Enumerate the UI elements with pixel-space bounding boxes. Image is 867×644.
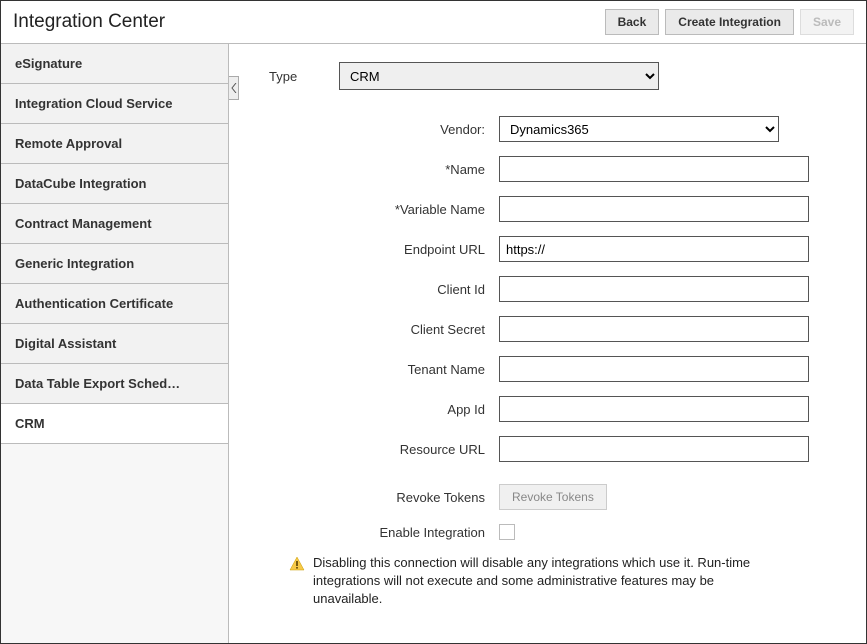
sidebar-item-digital-assistant[interactable]: Digital Assistant (1, 324, 228, 364)
client-secret-label: Client Secret (319, 322, 499, 337)
revoke-tokens-label: Revoke Tokens (319, 490, 499, 505)
endpoint-url-row: Endpoint URL (319, 236, 836, 262)
tenant-name-label: Tenant Name (319, 362, 499, 377)
resource-url-row: Resource URL (319, 436, 836, 462)
type-label: Type (269, 69, 329, 84)
tenant-name-input[interactable] (499, 356, 809, 382)
resource-url-label: Resource URL (319, 442, 499, 457)
vendor-select[interactable]: Dynamics365 (499, 116, 779, 142)
name-input[interactable] (499, 156, 809, 182)
vendor-label: Vendor: (319, 122, 499, 137)
form-fields: Vendor: Dynamics365 *Name *Variable Name… (319, 116, 836, 540)
sidebar-item-generic-integration[interactable]: Generic Integration (1, 244, 228, 284)
warning-message: Disabling this connection will disable a… (289, 554, 769, 609)
page-title: Integration Center (13, 11, 165, 33)
type-select[interactable]: CRM (339, 62, 659, 90)
client-secret-input[interactable] (499, 316, 809, 342)
sidebar-item-datacube-integration[interactable]: DataCube Integration (1, 164, 228, 204)
resource-url-input[interactable] (499, 436, 809, 462)
sidebar-item-authentication-certificate[interactable]: Authentication Certificate (1, 284, 228, 324)
vendor-row: Vendor: Dynamics365 (319, 116, 836, 142)
app-id-label: App Id (319, 402, 499, 417)
app-id-row: App Id (319, 396, 836, 422)
name-row: *Name (319, 156, 836, 182)
create-integration-button[interactable]: Create Integration (665, 9, 794, 35)
revoke-tokens-button[interactable]: Revoke Tokens (499, 484, 607, 510)
type-row: Type CRM (269, 62, 836, 90)
endpoint-url-label: Endpoint URL (319, 242, 499, 257)
sidebar-collapse-handle[interactable] (229, 76, 239, 100)
app-id-input[interactable] (499, 396, 809, 422)
enable-integration-row: Enable Integration (319, 524, 836, 540)
name-label: *Name (319, 162, 499, 177)
variable-name-row: *Variable Name (319, 196, 836, 222)
body: eSignature Integration Cloud Service Rem… (1, 44, 866, 644)
chevron-left-icon (231, 81, 237, 96)
variable-name-label: *Variable Name (319, 202, 499, 217)
sidebar-item-esignature[interactable]: eSignature (1, 44, 228, 84)
client-id-label: Client Id (319, 282, 499, 297)
client-id-row: Client Id (319, 276, 836, 302)
save-button: Save (800, 9, 854, 35)
sidebar-item-remote-approval[interactable]: Remote Approval (1, 124, 228, 164)
warning-text: Disabling this connection will disable a… (313, 554, 769, 609)
client-secret-row: Client Secret (319, 316, 836, 342)
warning-icon (289, 556, 305, 575)
endpoint-url-input[interactable] (499, 236, 809, 262)
app-frame: Integration Center Back Create Integrati… (0, 0, 867, 644)
sidebar-item-contract-management[interactable]: Contract Management (1, 204, 228, 244)
main-content: Type CRM Vendor: Dynamics365 *Name (229, 44, 866, 644)
sidebar-item-integration-cloud-service[interactable]: Integration Cloud Service (1, 84, 228, 124)
tenant-name-row: Tenant Name (319, 356, 836, 382)
sidebar-item-crm[interactable]: CRM (1, 404, 228, 444)
revoke-tokens-row: Revoke Tokens Revoke Tokens (319, 484, 836, 510)
back-button[interactable]: Back (605, 9, 660, 35)
client-id-input[interactable] (499, 276, 809, 302)
enable-integration-label: Enable Integration (319, 525, 499, 540)
sidebar-item-data-table-export-sched[interactable]: Data Table Export Sched… (1, 364, 228, 404)
header-buttons: Back Create Integration Save (605, 9, 854, 35)
enable-integration-checkbox[interactable] (499, 524, 515, 540)
sidebar: eSignature Integration Cloud Service Rem… (1, 44, 229, 644)
header-bar: Integration Center Back Create Integrati… (1, 1, 866, 44)
variable-name-input[interactable] (499, 196, 809, 222)
